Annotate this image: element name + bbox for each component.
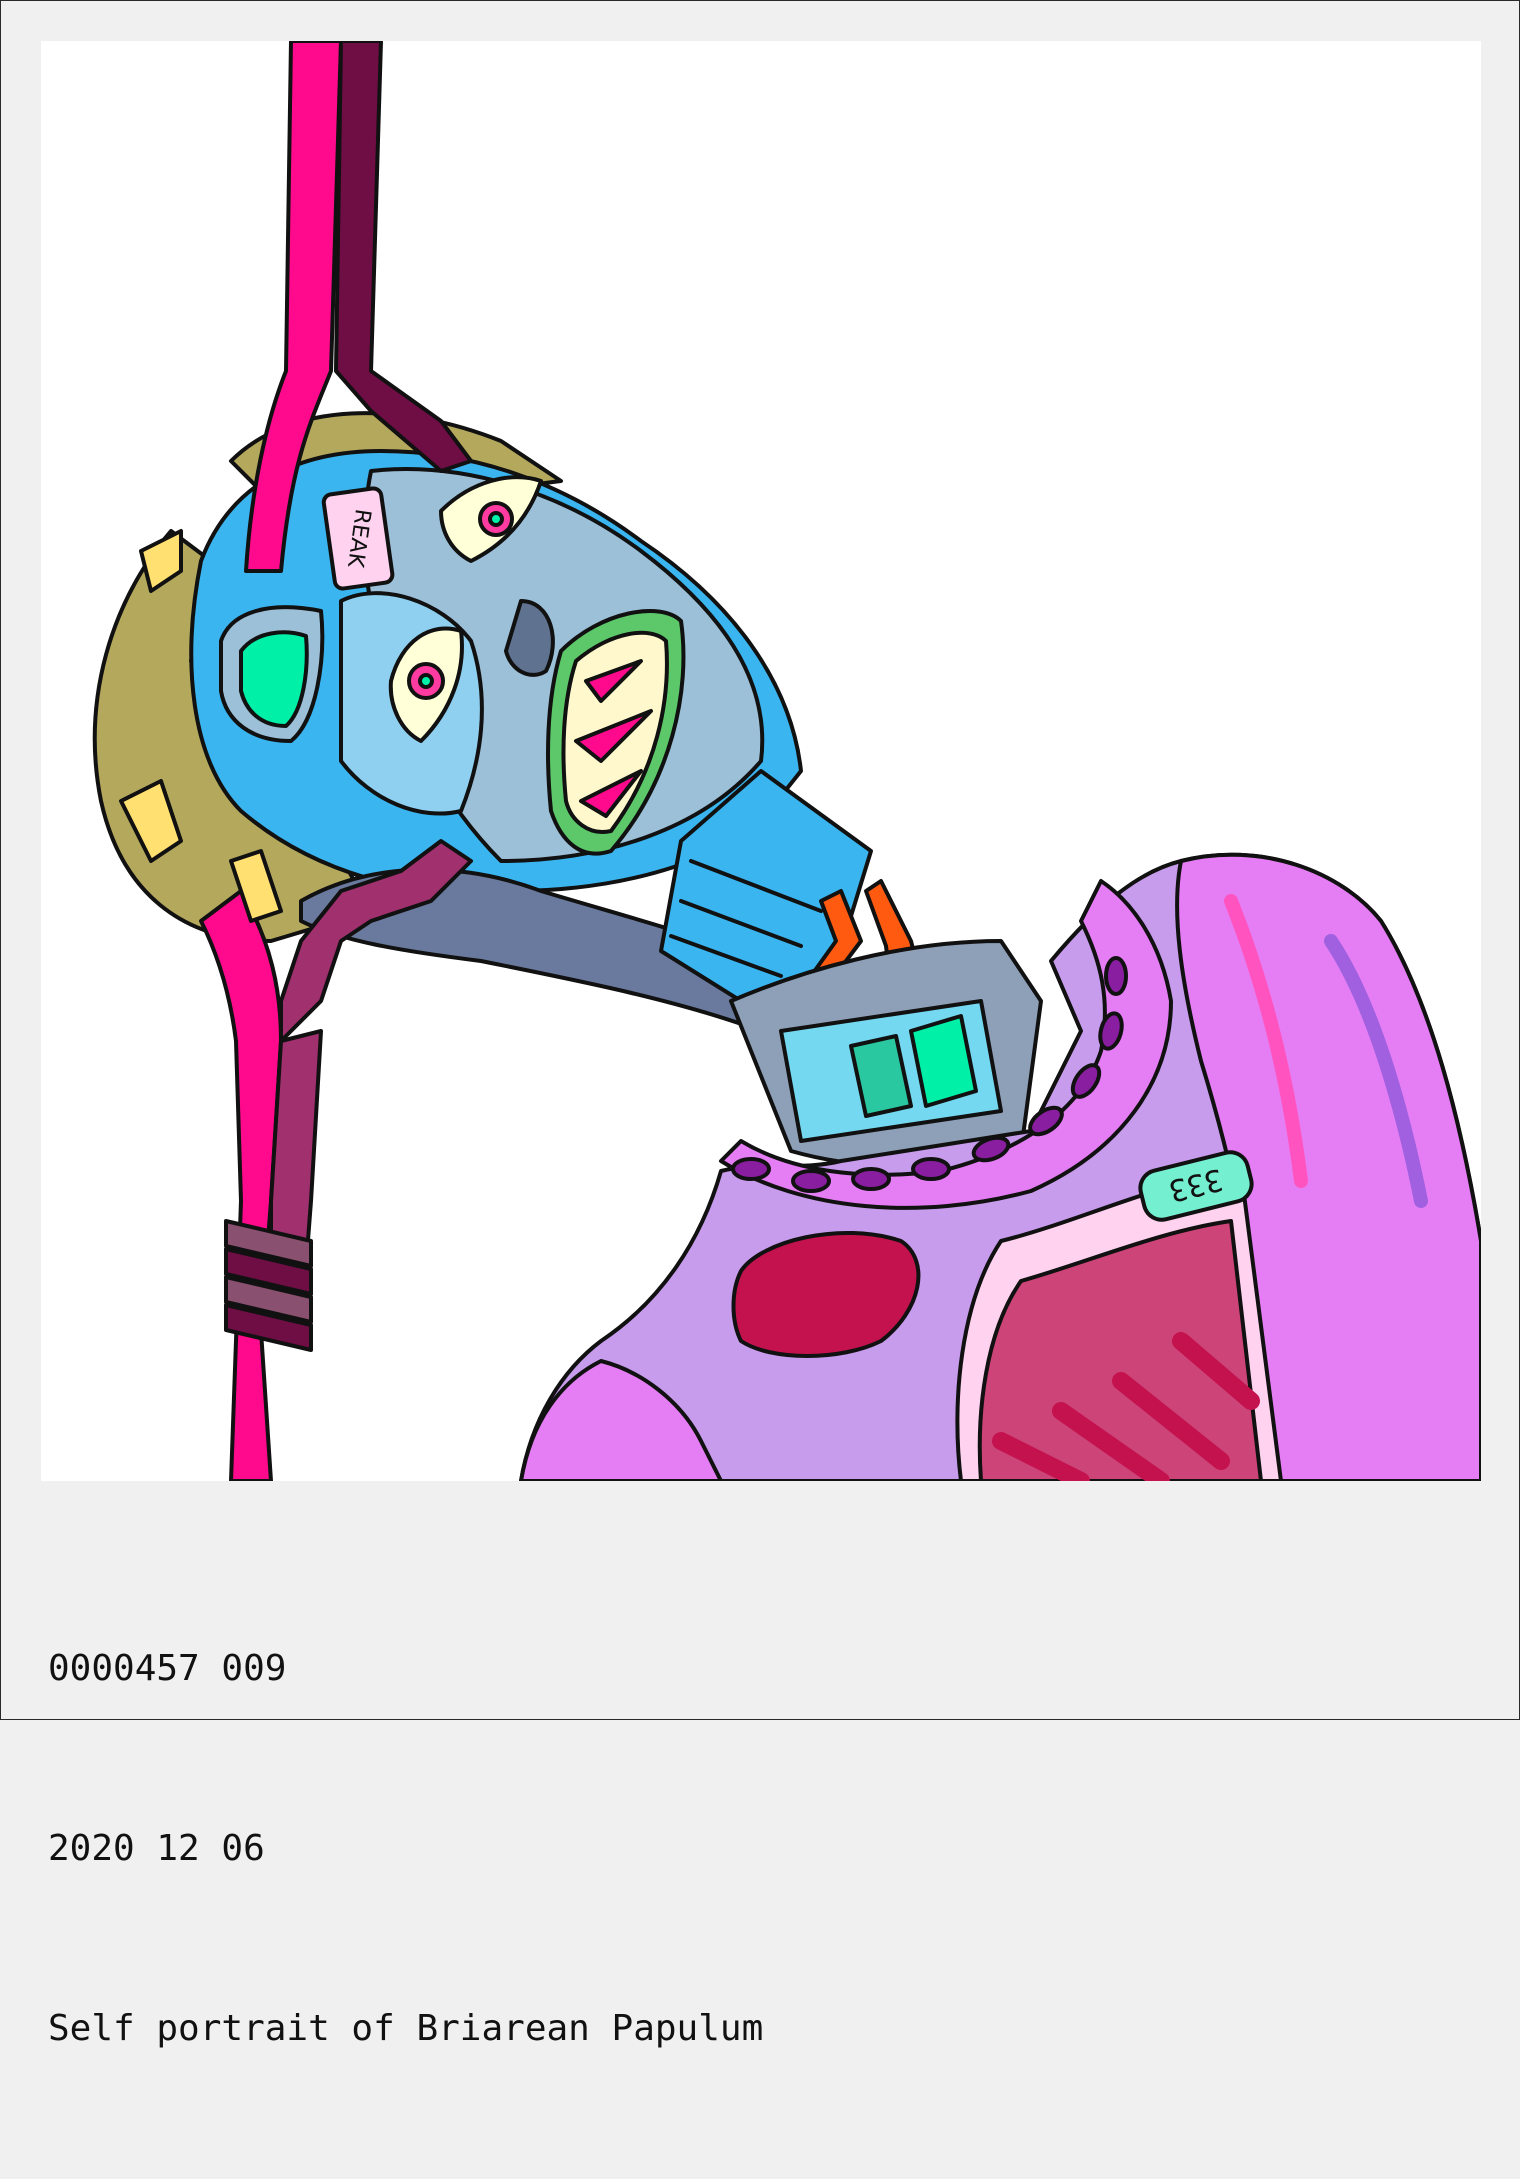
pole-top-shadow	[334, 41, 473, 473]
caption-block: 0000457 009 2020 12 06 Self portrait of …	[48, 1519, 763, 2179]
portrait-illustration: ꓘꓯꓱꓤ 333	[92, 41, 1481, 1481]
upper-eye-pupil	[488, 511, 504, 527]
head-side-window-glass	[239, 630, 309, 728]
artwork-image: ꓘꓯꓱꓤ 333	[41, 41, 1481, 1481]
lower-eye-pupil	[418, 673, 434, 689]
caption-title-line: Self portrait of Briarean Papulum	[48, 2008, 764, 2049]
caption-date-line: 2020 12 06	[48, 1828, 265, 1869]
pole-bottom	[199, 889, 283, 1481]
polaroid-frame: ꓘꓯꓱꓤ 333 0000457 009 2020 12 06 Self por…	[0, 0, 1520, 2049]
caption-id-line: 0000457 009	[48, 1648, 287, 1689]
pole-wrap-bands	[224, 1219, 313, 1352]
